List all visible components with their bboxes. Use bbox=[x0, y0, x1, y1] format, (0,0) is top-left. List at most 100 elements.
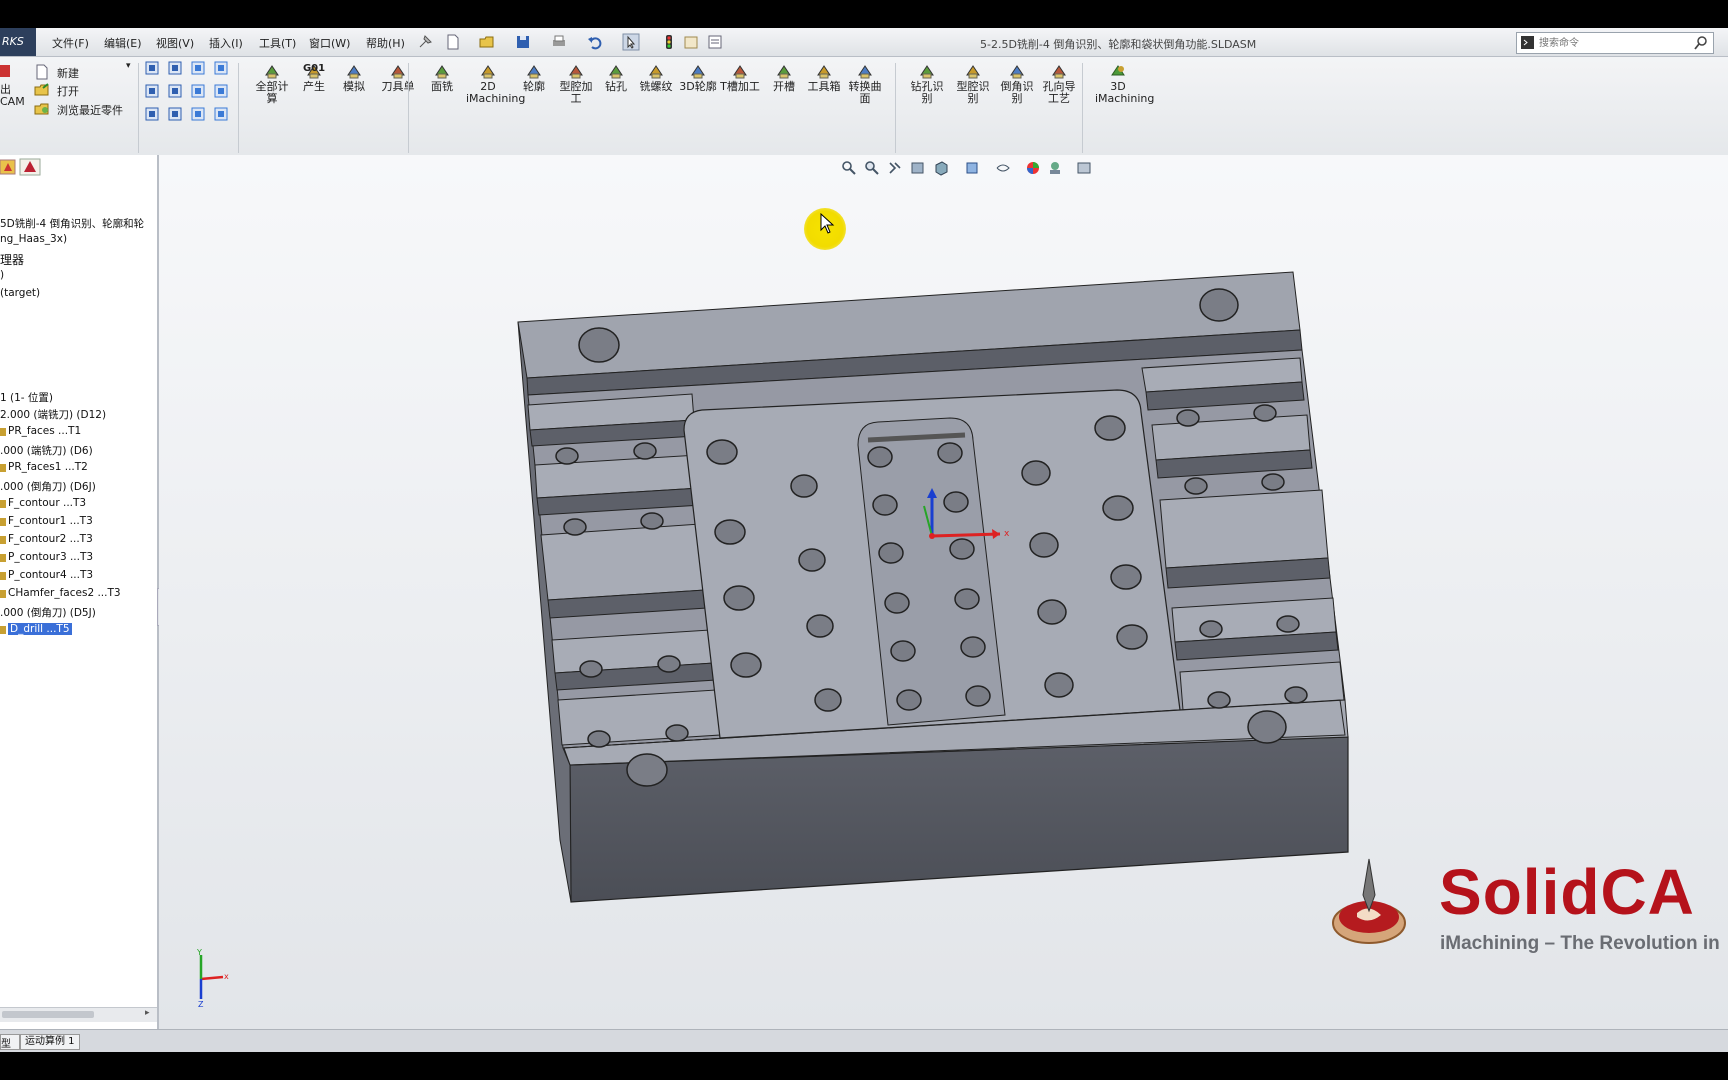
cam-label[interactable]: CAM bbox=[0, 95, 25, 108]
recog-button-1[interactable]: 型腔识 别 bbox=[951, 63, 995, 105]
ops-button-6[interactable]: 3D轮廓 bbox=[676, 63, 720, 93]
tree-item[interactable]: .000 (端铣刀) (D6) bbox=[0, 443, 93, 458]
operation-icon bbox=[0, 572, 6, 580]
menu-edit[interactable]: 编辑(E) bbox=[104, 35, 142, 51]
tree-item-selected[interactable]: D_drill ...T5 bbox=[8, 623, 72, 635]
tree-item[interactable]: F_contour2 ...T3 bbox=[8, 533, 93, 545]
print-icon[interactable] bbox=[550, 33, 568, 51]
hole bbox=[814, 688, 842, 712]
tree-horizontal-scrollbar[interactable]: ▸ bbox=[0, 1007, 157, 1022]
tree-item[interactable]: (target) bbox=[0, 287, 40, 299]
view-tool-icon[interactable] bbox=[144, 83, 160, 99]
view-tool-icon[interactable] bbox=[167, 83, 183, 99]
new-document-icon[interactable] bbox=[444, 33, 462, 51]
gcode-label: G01 bbox=[302, 63, 326, 74]
status-tab-model[interactable]: 型 bbox=[0, 1034, 20, 1050]
file-properties-icon[interactable] bbox=[682, 33, 700, 51]
hole bbox=[937, 442, 963, 464]
graphics-viewport[interactable]: x x Y Z SolidCA iMachining – The Revolut… bbox=[159, 155, 1728, 1029]
view-tool-icon[interactable] bbox=[190, 106, 206, 122]
tree-item[interactable]: P_contour3 ...T3 bbox=[8, 551, 93, 563]
ops-button-1[interactable]: 2D iMachining bbox=[466, 63, 525, 105]
ops-button-10[interactable]: 转换曲 面 bbox=[843, 63, 887, 105]
open-part-icon[interactable] bbox=[34, 82, 50, 98]
menu-file[interactable]: 文件(F) bbox=[52, 35, 89, 51]
tree-item[interactable]: PR_faces ...T1 bbox=[8, 425, 81, 437]
view-tool-icon[interactable] bbox=[190, 83, 206, 99]
calc-label: 模拟 bbox=[343, 80, 365, 93]
undo-icon[interactable] bbox=[586, 33, 604, 51]
motion-study-tab[interactable]: 运动算例 1 bbox=[20, 1034, 80, 1050]
search-icon[interactable] bbox=[1693, 35, 1709, 51]
recog-button-0[interactable]: 钻孔识 别 bbox=[905, 63, 949, 105]
tree-item[interactable]: .000 (倒角刀) (D6J) bbox=[0, 479, 96, 494]
view-tool-icon[interactable] bbox=[190, 60, 206, 76]
tree-item[interactable]: ) bbox=[0, 269, 4, 281]
view-tool-icon[interactable] bbox=[144, 60, 160, 76]
menu-help[interactable]: 帮助(H) bbox=[366, 35, 405, 51]
menu-window[interactable]: 窗口(W) bbox=[309, 35, 350, 51]
hole bbox=[1247, 710, 1287, 744]
solidcam-tab-icon[interactable] bbox=[19, 158, 41, 176]
tree-item[interactable]: ng_Haas_3x) bbox=[0, 233, 67, 245]
view-tool-icon[interactable] bbox=[213, 60, 229, 76]
operation-icon bbox=[0, 626, 6, 634]
view-tool-icon[interactable] bbox=[144, 106, 160, 122]
select-cursor-icon[interactable] bbox=[622, 33, 640, 51]
browse-recent-button[interactable]: 浏览最近零件 bbox=[57, 102, 123, 118]
browse-recent-icon[interactable] bbox=[34, 101, 50, 117]
tree-item[interactable]: 2.000 (端铣刀) (D12) bbox=[0, 407, 106, 422]
tree-item[interactable]: PR_faces1 ...T2 bbox=[8, 461, 88, 473]
ops-button-9[interactable]: 工具箱 bbox=[802, 63, 846, 93]
ops-button-3[interactable]: 型腔加 工 bbox=[554, 63, 598, 105]
search-input[interactable] bbox=[1539, 36, 1689, 50]
tree-item[interactable]: .000 (倒角刀) (D5J) bbox=[0, 605, 96, 620]
new-part-icon[interactable] bbox=[34, 64, 50, 80]
scroll-thumb[interactable] bbox=[2, 1011, 94, 1018]
view-tool-icon[interactable] bbox=[167, 106, 183, 122]
tree-item[interactable]: 理器 bbox=[0, 251, 24, 268]
tree-tab-icon[interactable] bbox=[0, 159, 16, 175]
open-folder-icon[interactable] bbox=[478, 33, 496, 51]
calc-label: 全部计 算 bbox=[255, 80, 289, 105]
hole bbox=[1253, 404, 1277, 422]
recog-button-3[interactable]: 孔向导 工艺 bbox=[1037, 63, 1081, 105]
ops-button-5[interactable]: 铣螺纹 bbox=[634, 63, 678, 93]
menu-insert[interactable]: 插入(I) bbox=[209, 35, 243, 51]
save-icon[interactable] bbox=[514, 33, 532, 51]
search-box[interactable] bbox=[1516, 32, 1714, 54]
ops-button-2[interactable]: 轮廓 bbox=[512, 63, 556, 93]
menu-view[interactable]: 视图(V) bbox=[156, 35, 194, 51]
traffic-light-icon[interactable] bbox=[660, 33, 678, 51]
tree-item[interactable]: 1 (1- 位置) bbox=[0, 390, 53, 405]
pin-icon[interactable] bbox=[416, 33, 434, 51]
recog-button-2[interactable]: 倒角识 别 bbox=[995, 63, 1039, 105]
ops-button-4[interactable]: 钻孔 bbox=[594, 63, 638, 93]
chevron-down-icon[interactable]: ▾ bbox=[126, 61, 131, 71]
calc-button-0[interactable]: 全部计 算 bbox=[250, 63, 294, 105]
ops-label: 工具箱 bbox=[807, 80, 841, 93]
view-tool-icon[interactable] bbox=[213, 83, 229, 99]
tree-item[interactable]: F_contour1 ...T3 bbox=[8, 515, 93, 527]
new-button[interactable]: 新建 bbox=[57, 65, 79, 81]
options-icon[interactable] bbox=[706, 33, 724, 51]
calc-button-2[interactable]: 模拟 bbox=[332, 63, 376, 93]
scroll-right-arrow-icon[interactable]: ▸ bbox=[145, 1008, 150, 1018]
ops-button-0[interactable]: 面铣 bbox=[420, 63, 464, 93]
menu-tools[interactable]: 工具(T) bbox=[259, 35, 296, 51]
tree-item[interactable]: F_contour ...T3 bbox=[8, 497, 86, 509]
view-tool-icon[interactable] bbox=[167, 60, 183, 76]
tree-item[interactable]: P_contour4 ...T3 bbox=[8, 569, 93, 581]
tree-item[interactable]: CHamfer_faces2 ...T3 bbox=[8, 587, 121, 599]
imachining-3d-button[interactable]: 3D iMachining bbox=[1095, 63, 1154, 105]
view-tool-icon[interactable] bbox=[213, 106, 229, 122]
calc-button-1[interactable]: G01 产生 bbox=[292, 63, 336, 93]
ops-button-8[interactable]: 开槽 bbox=[762, 63, 806, 93]
tree-item[interactable]: 5D铣削-4 倒角识别、轮廓和轮 bbox=[0, 216, 144, 231]
thread-mill-icon bbox=[649, 65, 663, 79]
ops-button-7[interactable]: T槽加工 bbox=[718, 63, 762, 93]
exit-cam-icon[interactable] bbox=[0, 64, 12, 78]
hole bbox=[1037, 599, 1067, 625]
open-button[interactable]: 打开 bbox=[57, 83, 79, 99]
hole-wizard-icon bbox=[1052, 65, 1066, 79]
